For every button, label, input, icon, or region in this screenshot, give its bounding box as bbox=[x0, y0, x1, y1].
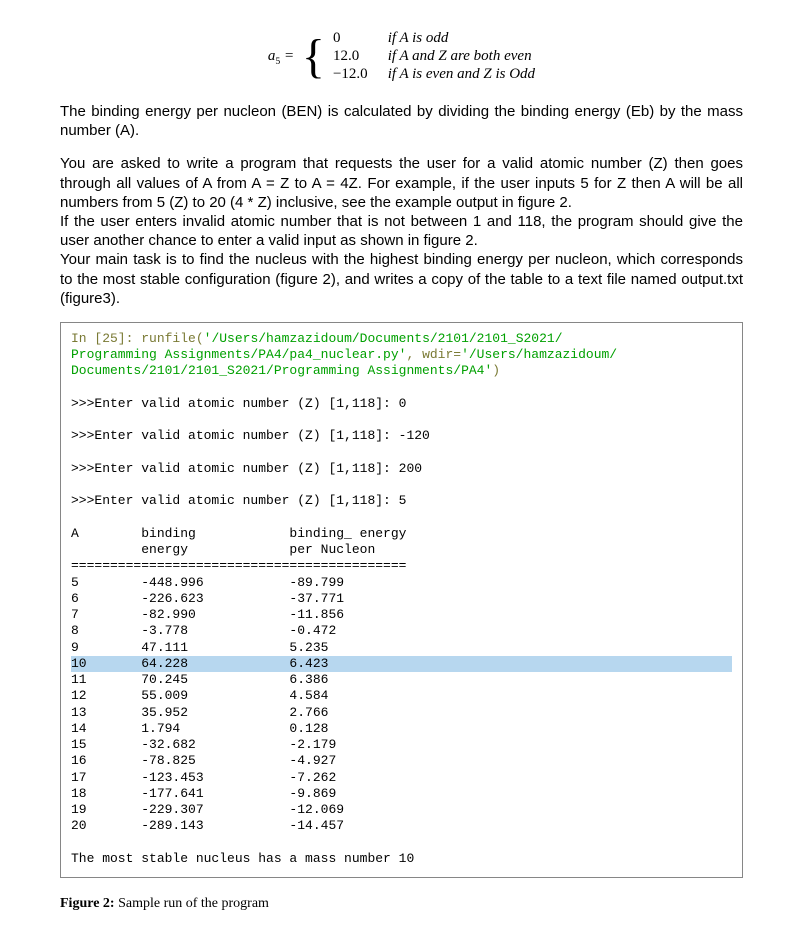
case-cond-0: if A is odd bbox=[382, 30, 535, 48]
formula-a5: a5 = { 0if A is odd 12.0if A and Z are b… bbox=[60, 30, 743, 84]
para-task-2: If the user enters invalid atomic number… bbox=[60, 212, 743, 250]
case-val-0: 0 bbox=[327, 30, 382, 48]
console-output: In [25]: runfile('/Users/hamzazidoum/Doc… bbox=[60, 322, 743, 878]
brace-icon: { bbox=[302, 33, 325, 81]
case-val-2: −12.0 bbox=[327, 66, 382, 84]
case-val-1: 12.0 bbox=[327, 48, 382, 66]
case-cond-2: if A is even and Z is Odd bbox=[382, 66, 535, 84]
para-ben-def: The binding energy per nucleon (BEN) is … bbox=[60, 102, 743, 140]
case-cond-1: if A and Z are both even bbox=[382, 48, 535, 66]
figure-caption: Figure 2: Sample run of the program bbox=[60, 896, 743, 912]
para-task-3: Your main task is to find the nucleus wi… bbox=[60, 250, 743, 308]
para-task-1: You are asked to write a program that re… bbox=[60, 154, 743, 212]
document-page: a5 = { 0if A is odd 12.0if A and Z are b… bbox=[40, 30, 763, 912]
